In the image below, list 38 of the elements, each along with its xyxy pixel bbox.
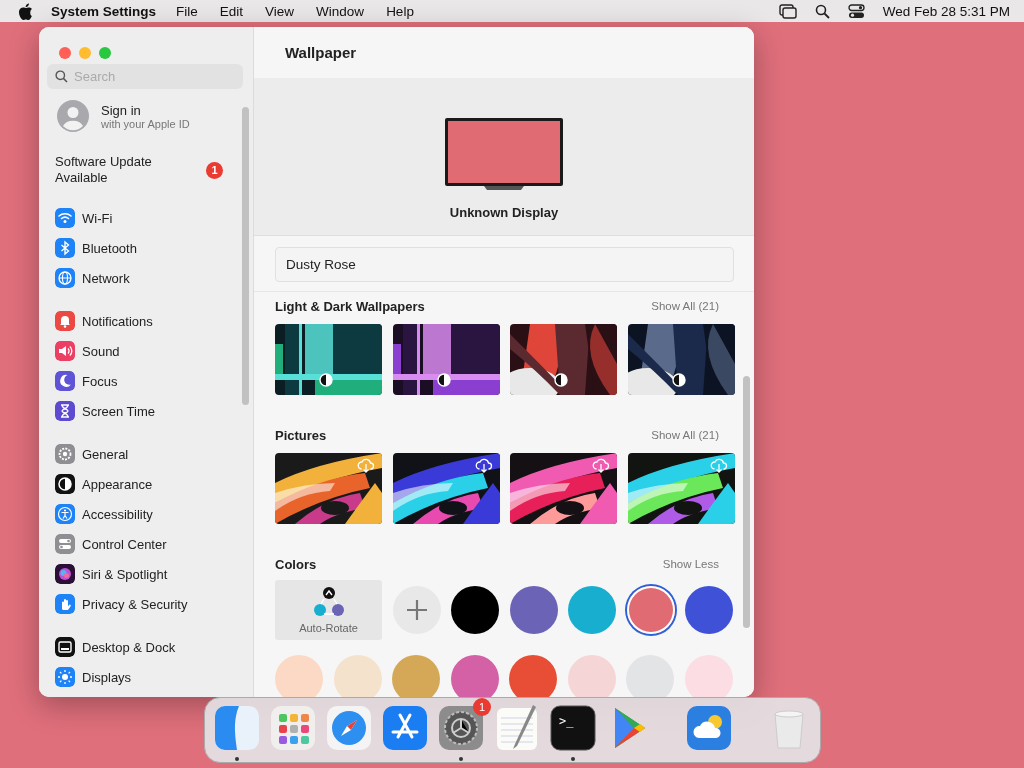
sidebar-item[interactable]: Focus [39, 366, 231, 396]
sidebar-item[interactable]: Screen Time [39, 396, 231, 426]
sidebar-item[interactable]: Notifications [39, 306, 231, 336]
search-field[interactable]: Search [47, 64, 243, 89]
sidebar-item[interactable]: Siri & Spotlight [39, 559, 231, 589]
sidebar-item[interactable]: Control Center [39, 529, 231, 559]
show-all-link[interactable]: Show Less [662, 558, 719, 570]
update-label[interactable]: Software Update Available [55, 154, 175, 186]
menu-clock[interactable]: Wed Feb 28 5:31 PM [882, 3, 1010, 19]
sidebar-item[interactable]: Wi-Fi [39, 203, 231, 233]
sidebar-item[interactable]: Network [39, 263, 231, 293]
notification-badge: 1 [473, 698, 491, 716]
app-menu[interactable]: System Settings [51, 3, 157, 19]
terminal-icon[interactable]: >_ [549, 704, 597, 752]
menu-item[interactable]: File [176, 3, 198, 19]
account-title[interactable]: Sign in [101, 102, 190, 118]
menu-item[interactable]: Window [316, 3, 365, 19]
sidebar-item[interactable]: Bluetooth [39, 233, 231, 263]
show-all-link[interactable]: Show All (21) [651, 429, 719, 441]
account-subtitle: with your Apple ID [101, 117, 190, 130]
section-title: Pictures [275, 427, 327, 443]
section-title: Colors [275, 556, 317, 572]
sidebar-item[interactable]: Privacy & Security [39, 589, 231, 619]
wallpaper-name-field[interactable]: Dusty Rose [275, 247, 734, 282]
sidebar-item[interactable]: Accessibility [39, 499, 231, 529]
show-all-link[interactable]: Show All (21) [651, 300, 719, 312]
sidebar-item[interactable]: General [39, 439, 231, 469]
notification-badge: 1 [206, 161, 223, 179]
menu-item[interactable]: Edit [219, 3, 244, 19]
sidebar-item[interactable]: Desktop & Dock [39, 632, 231, 662]
menu-item[interactable]: Help [386, 3, 414, 19]
sidebar-item[interactable]: Displays [39, 662, 231, 692]
display-name: Unknown Display [449, 205, 559, 220]
sidebar-item[interactable]: Appearance [39, 469, 231, 499]
sidebar-item[interactable]: Sound [39, 336, 231, 366]
section-title: Light & Dark Wallpapers [275, 298, 425, 314]
menu-item[interactable]: View [265, 3, 295, 19]
auto-rotate-tile[interactable]: Auto-Rotate [275, 580, 382, 640]
